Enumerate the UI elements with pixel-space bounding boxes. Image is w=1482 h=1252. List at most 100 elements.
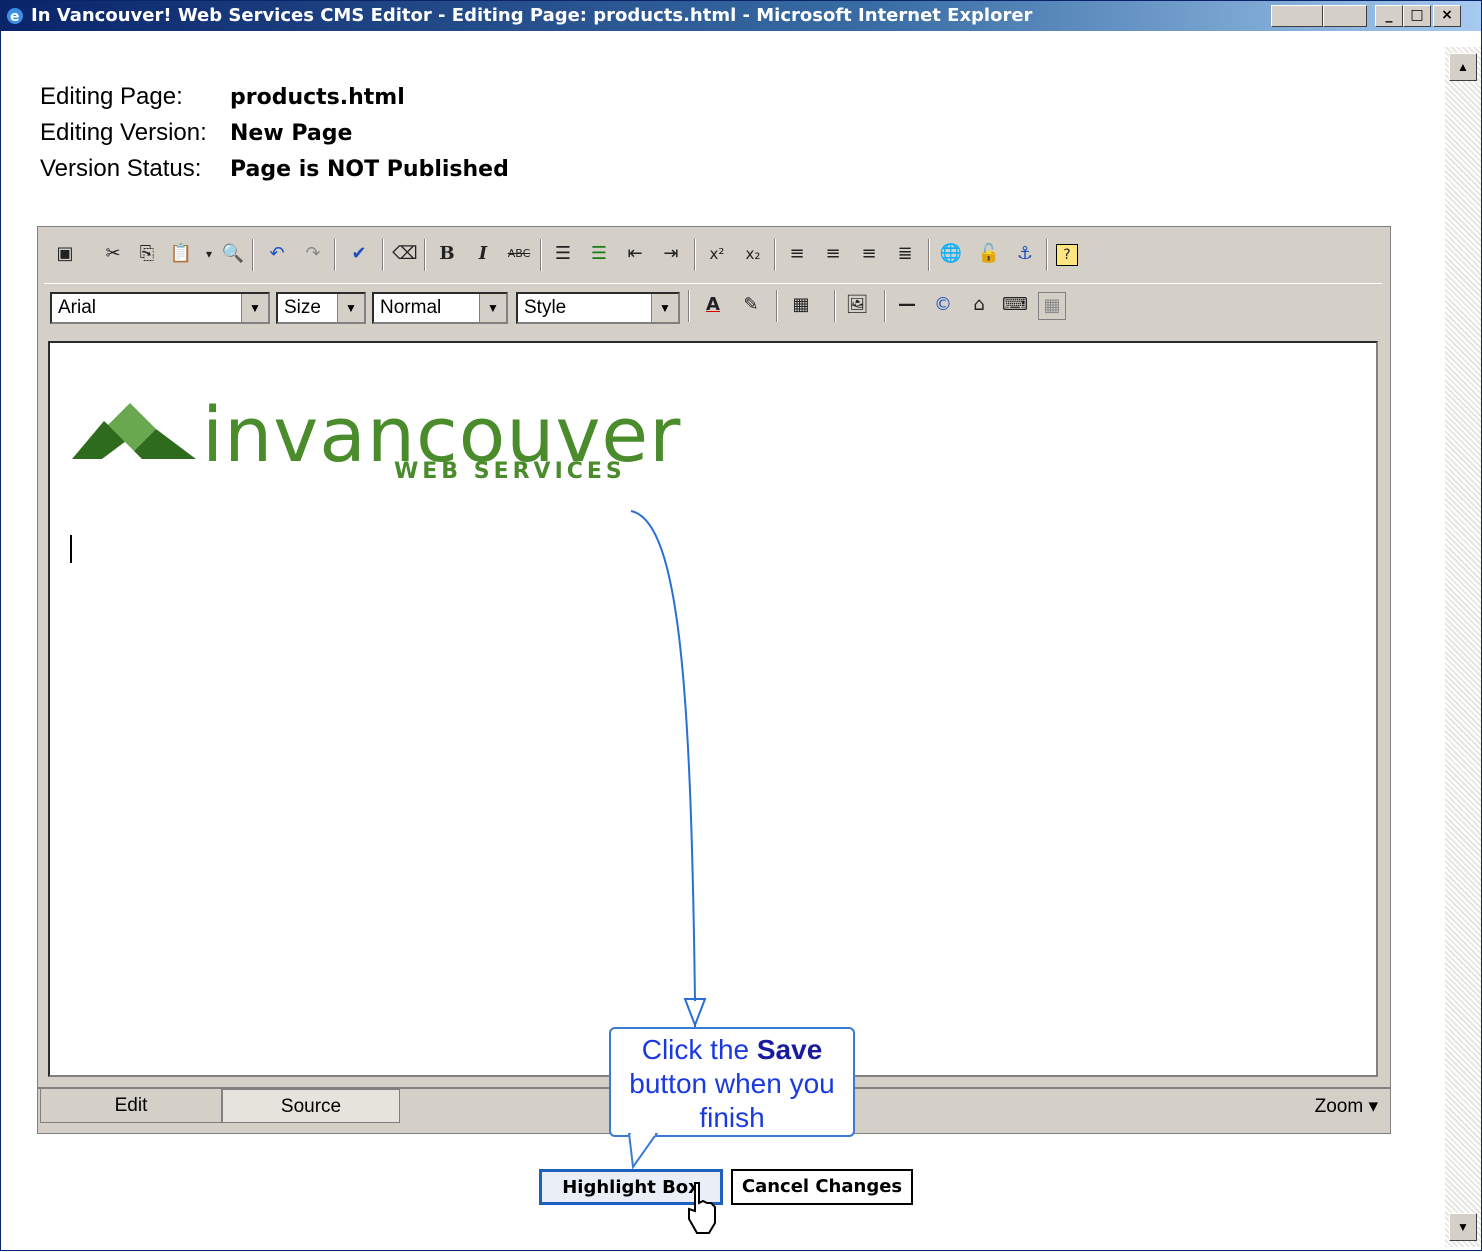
callout-line-1: Click the Save (641, 1034, 823, 1065)
copy-icon[interactable]: ⎘ (134, 241, 160, 267)
indent-icon[interactable]: ⇥ (658, 241, 684, 267)
tab-edit[interactable]: Edit (40, 1089, 222, 1123)
insert-form-icon[interactable]: ⌂ (966, 292, 992, 318)
redo-icon[interactable]: ↷ (300, 241, 326, 267)
justify-icon[interactable]: ≣ (892, 241, 918, 267)
edit-area[interactable]: invancouver WEB SERVICES (48, 341, 1378, 1077)
chevron-down-icon: ▼ (337, 294, 364, 322)
toolbar-separator (252, 239, 254, 271)
paste-dropdown-icon[interactable]: ▾ (196, 241, 222, 267)
version-status-label: Version Status: (40, 155, 202, 182)
style-value: Style (524, 297, 567, 318)
toolbar-separator (424, 239, 426, 271)
editing-version-row: Editing Version: New Page (40, 119, 352, 147)
editing-page-row: Editing Page: products.html (40, 83, 405, 111)
help-icon[interactable]: ? (1056, 244, 1078, 266)
toolbar-separator (928, 239, 930, 271)
toolbar-separator (382, 239, 384, 271)
editing-page-label: Editing Page: (40, 83, 183, 110)
toolbar-separator (694, 239, 696, 271)
highlight-color-icon[interactable]: ✎ (738, 292, 764, 318)
title-bar: e In Vancouver! Web Services CMS Editor … (1, 1, 1481, 31)
font-size-value: Size (284, 297, 321, 318)
paste-icon[interactable]: 📋 (168, 241, 194, 267)
fullscreen-icon[interactable] (1323, 5, 1367, 27)
close-button[interactable]: × (1433, 5, 1461, 27)
zoom-dropdown[interactable]: Zoom ▾ (1315, 1095, 1378, 1118)
toolbar-separator (776, 290, 778, 322)
logo-tagline: WEB SERVICES (394, 459, 626, 484)
table-grid-icon[interactable]: ▦ (1038, 292, 1066, 320)
toolbar-separator (540, 239, 542, 271)
style-select[interactable]: Style ▼ (516, 292, 680, 324)
italic-icon[interactable]: I (470, 241, 496, 267)
cut-icon[interactable]: ✂ (100, 241, 126, 267)
window-title: In Vancouver! Web Services CMS Editor - … (31, 5, 1033, 26)
full-screen-icon[interactable]: ▣ (52, 241, 78, 267)
align-left-icon[interactable]: ≡ (784, 241, 810, 267)
formatting-toolbar: ▣ ✂ ⎘ 📋 ▾ 🔍 ↶ ↷ ✔ ⌫ B I ABC ☰ ☰ ⇤ ⇥ x² x… (44, 233, 1382, 277)
hand-cursor-icon (688, 1182, 716, 1234)
scroll-down-icon[interactable]: ▼ (1449, 1213, 1477, 1241)
find-icon[interactable]: 🔍 (220, 241, 246, 267)
eraser-icon[interactable]: ⌫ (392, 241, 418, 267)
cancel-changes-button[interactable]: Cancel Changes (731, 1169, 913, 1205)
align-center-icon[interactable]: ≡ (820, 241, 846, 267)
vertical-scrollbar[interactable]: ▲ ▼ (1445, 47, 1481, 1247)
insert-template-icon[interactable]: ⌨ (1002, 292, 1028, 318)
spellcheck-icon[interactable]: ✔ (346, 241, 372, 267)
special-character-icon[interactable]: © (930, 292, 956, 318)
outdent-icon[interactable]: ⇤ (622, 241, 648, 267)
editing-version-label: Editing Version: (40, 119, 207, 146)
insert-table-icon[interactable]: ▦ (788, 292, 814, 318)
maximize-button[interactable]: □ (1403, 5, 1431, 27)
ie-logo-icon: e (7, 8, 23, 25)
html-editor: ▣ ✂ ⎘ 📋 ▾ 🔍 ↶ ↷ ✔ ⌫ B I ABC ☰ ☰ ⇤ ⇥ x² x… (37, 226, 1391, 1134)
toolbar-separator (1046, 239, 1048, 271)
paragraph-format-select[interactable]: Normal ▼ (372, 292, 508, 324)
font-size-select[interactable]: Size ▼ (276, 292, 366, 324)
superscript-icon[interactable]: x² (704, 241, 730, 267)
font-family-select[interactable]: Arial ▼ (50, 292, 270, 324)
toolbar-separator (334, 239, 336, 271)
callout-line-2: button when you (629, 1068, 835, 1099)
callout-save-emphasis: Save (756, 1034, 823, 1065)
subscript-icon[interactable]: x₂ (740, 241, 766, 267)
editing-page-value: products.html (230, 85, 405, 110)
minimize-button[interactable]: _ (1375, 5, 1403, 27)
strikethrough-icon[interactable]: ABC (506, 241, 532, 267)
toolbar-separator (884, 290, 886, 322)
mountain-logo-icon (72, 403, 196, 459)
insert-image-icon[interactable]: 🖼 (844, 292, 870, 318)
chevron-down-icon: ▼ (479, 294, 506, 322)
toolbar-separator (688, 290, 690, 322)
undo-icon[interactable]: ↶ (264, 241, 290, 267)
version-status-value: Page is NOT Published (230, 157, 509, 182)
bold-icon[interactable]: B (434, 241, 460, 267)
ordered-list-icon[interactable]: ☰ (550, 241, 576, 267)
browser-window: e In Vancouver! Web Services CMS Editor … (0, 0, 1482, 1251)
hyperlink-icon[interactable]: 🌐 (938, 241, 964, 267)
unordered-list-icon[interactable]: ☰ (586, 241, 612, 267)
font-family-value: Arial (58, 297, 97, 318)
toolbar-separator (834, 290, 836, 322)
paragraph-format-value: Normal (380, 297, 442, 318)
scroll-up-icon[interactable]: ▲ (1449, 53, 1477, 81)
text-cursor (70, 535, 72, 563)
unlink-icon[interactable]: 🔓 (976, 241, 1002, 267)
font-color-icon[interactable]: A (700, 292, 726, 318)
tab-source[interactable]: Source (222, 1089, 400, 1123)
toolbar-separator (774, 239, 776, 271)
chevron-down-icon: ▼ (241, 294, 268, 322)
version-status-row: Version Status: Page is NOT Published (40, 155, 509, 183)
svg-text:e: e (10, 9, 20, 25)
horizontal-rule-icon[interactable]: — (894, 292, 920, 318)
font-toolbar: Arial ▼ Size ▼ Normal ▼ Style ▼ A ✎ ▦ 🖼 (44, 283, 1382, 332)
restore-links-icon[interactable] (1271, 5, 1323, 27)
tutorial-callout: Click the Save button when you finish (609, 1027, 855, 1137)
chevron-down-icon: ▼ (651, 294, 678, 322)
align-right-icon[interactable]: ≡ (856, 241, 882, 267)
anchor-icon[interactable]: ⚓ (1012, 241, 1038, 267)
callout-pointer (627, 1133, 659, 1169)
editing-version-value: New Page (230, 121, 353, 146)
